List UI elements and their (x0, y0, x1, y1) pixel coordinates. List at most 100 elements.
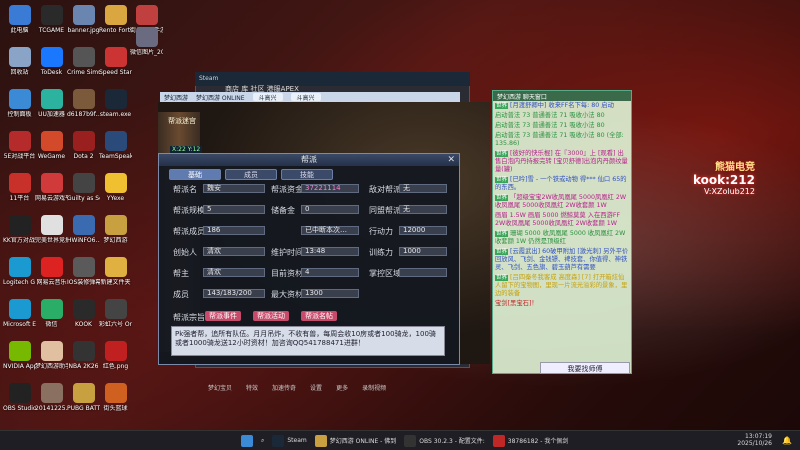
taskbar-item[interactable]: 38786182 - 我个佩剑 (490, 433, 572, 449)
desktop-icon[interactable]: Crime Simulator (67, 47, 100, 76)
desktop-icon[interactable]: 新建文件夹 (99, 257, 132, 286)
bottom-bar-item[interactable]: 更多 (336, 383, 348, 392)
game-tab-1[interactable]: 斗高兴 (252, 93, 283, 102)
taskbar-item[interactable]: Steam (269, 433, 309, 449)
desktop-icon[interactable]: YYexe (99, 173, 132, 202)
field-value[interactable]: 4 (301, 268, 359, 277)
app-icon (72, 5, 95, 25)
desktop-icon[interactable]: Logitech G HUB (3, 257, 36, 286)
tab-members[interactable]: 成员 (225, 169, 277, 180)
desktop-icon[interactable]: 彩虹六号 Online (99, 299, 132, 328)
search-icon[interactable]: ⌕ (258, 433, 267, 449)
app-icon (404, 434, 417, 447)
desktop-icon[interactable]: NVIDIA App (3, 341, 36, 370)
field-value[interactable]: 1300 (301, 289, 359, 298)
bottom-bar-item[interactable]: 特效 (246, 383, 258, 392)
desktop-icon[interactable]: PUBG BATTLEGR... (67, 383, 100, 412)
desktop-icon[interactable]: NBA 2K26 (67, 341, 100, 370)
brand-v: V:XZolub212 (703, 187, 755, 196)
field-value[interactable]: 清欢 (203, 247, 265, 256)
bottom-bar-item[interactable]: 设置 (310, 383, 322, 392)
desktop-icon-label: Rento Fortune -... (99, 27, 132, 34)
bottom-bar-item[interactable]: 录制视频 (362, 383, 386, 392)
app-icon (104, 89, 127, 109)
field-value[interactable]: 143/183/200 (203, 289, 265, 298)
desktop-icon-label: 网易云游戏平台 (35, 195, 68, 202)
desktop-icon[interactable]: ToDesk (35, 47, 68, 76)
tab-skills[interactable]: 技能 (281, 169, 333, 180)
desktop-icon[interactable]: Guilty as Sock! (67, 173, 100, 202)
app-icon (104, 47, 127, 67)
desktop-icon[interactable]: Dota 2 (67, 131, 100, 160)
game-tab-2[interactable]: 斗高兴 (290, 93, 321, 102)
notification-icon[interactable]: 🔔 (782, 436, 792, 445)
clock[interactable]: 13:07:19 2025/10/26 (737, 433, 772, 447)
desktop-icon[interactable]: banner.jpg (67, 5, 100, 34)
taskbar-item[interactable]: OBS 30.2.3 - 配置文件: (401, 433, 488, 449)
field-value[interactable]: 0 (301, 205, 359, 214)
desktop-icon[interactable]: Rento Fortune -... (99, 5, 132, 34)
field-value[interactable]: 5 (203, 205, 265, 214)
game-titlebar[interactable]: 梦幻西游 梦幻西游 ONLINE 斗高兴 斗高兴 (160, 92, 460, 102)
guild-dialog[interactable]: 帮派 ✕ 基础 成员 技能 帮派名 魏安 帮派资金 37221114 敌对帮派无帮派规模… (158, 153, 460, 365)
desktop-icon[interactable]: OBS Studio (3, 383, 36, 412)
desktop-icon[interactable]: 11平台 (3, 173, 36, 202)
field-value[interactable]: 清欢 (203, 268, 265, 277)
field-value[interactable]: 13:48 (301, 247, 359, 256)
desktop-icon[interactable]: WeGame (35, 131, 68, 160)
desktop-icon[interactable]: 红色.png (99, 341, 132, 370)
field-value[interactable]: 186 (203, 226, 265, 235)
desktop-icon[interactable]: steam.exe (99, 89, 132, 118)
desktop-icon[interactable]: Microsoft Edge (3, 299, 36, 328)
desktop-icon[interactable]: TeamSpeak... (99, 131, 132, 160)
desktop-icon[interactable]: 网易云游戏平台 (35, 173, 68, 202)
field-value[interactable]: 37221114 (301, 184, 359, 193)
desktop-icon[interactable]: 控制面板 (3, 89, 36, 118)
desktop-icon[interactable]: TCGAME (35, 5, 68, 34)
guild-events-button[interactable]: 帮派事件 (205, 311, 241, 321)
desktop-icon[interactable]: 网易云音乐 (35, 257, 68, 286)
desktop-icon[interactable]: 回收站 (3, 47, 36, 76)
desktop-icon[interactable]: 梦幻西游 (99, 215, 132, 244)
bottom-bar-item[interactable]: 梦幻宝贝 (208, 383, 232, 392)
field-value[interactable]: 1000 (399, 247, 447, 256)
desktop-icon-label: YYexe (106, 195, 125, 202)
channel-tag: 世界 (495, 231, 509, 237)
desktop-icon[interactable]: 20141225... (35, 383, 68, 412)
tab-basic[interactable]: 基础 (169, 169, 221, 180)
field-label: 帮派规模 (173, 206, 205, 215)
desktop-icon[interactable]: 5E对战平台 (3, 131, 36, 160)
taskbar-item[interactable]: 梦幻西游 ONLINE - 佛到 (312, 433, 400, 449)
windows-start-icon[interactable] (238, 433, 256, 449)
desktop-icon[interactable]: KOOK (67, 299, 100, 328)
guild-activity-button[interactable]: 帮派活动 (253, 311, 289, 321)
desktop-icon[interactable]: Speed Stars (99, 47, 132, 76)
bottom-bar-item[interactable]: 加速传奇 (272, 383, 296, 392)
desktop-icon[interactable]: 微信图片_2025071... (130, 27, 163, 56)
desktop-icon[interactable]: KK官方对战平台 (3, 215, 36, 244)
taskbar-item-label: Steam (287, 437, 307, 444)
desktop-icon-label: 街头篮球 (103, 405, 128, 412)
desktop-icon[interactable]: IOS装修弹幕.jpg (67, 257, 100, 286)
desktop-icon[interactable]: 梦幻西游助手 (35, 341, 68, 370)
desktop-icon[interactable]: d6187b9f... (67, 89, 100, 118)
field-value[interactable]: 已中断本次… (301, 226, 359, 235)
desktop-icon-label: Crime Simulator (67, 69, 100, 76)
field-value[interactable]: 无 (399, 184, 447, 193)
desktop-icon[interactable]: UU加速器 (35, 89, 68, 118)
field-value[interactable]: 12000 (399, 226, 447, 235)
field-value[interactable]: 无 (399, 205, 447, 214)
chat-panel[interactable]: 梦幻西游 聊天窗口 世界 [月渡舒卿中] 收来FF名下每: 80 启动 启动普法 … (492, 90, 632, 374)
find-master-button[interactable]: 我要找师傅 (540, 362, 630, 374)
desktop-icon[interactable]: 街头篮球 (99, 383, 132, 412)
field-value[interactable] (399, 268, 447, 277)
close-icon[interactable]: ✕ (447, 155, 455, 165)
desktop-icon[interactable]: 此电脑 (3, 5, 36, 34)
field-value[interactable]: 魏安 (203, 184, 265, 193)
desktop-icon-label: 微信 (45, 321, 58, 328)
desktop-icon[interactable]: 微信 (35, 299, 68, 328)
app-icon (72, 173, 95, 193)
desktop-icon[interactable]: HWiNFO6... (67, 215, 100, 244)
desktop-icon[interactable]: 完美世界竞技平台 (35, 215, 68, 244)
guild-card-button[interactable]: 帮派名帖 (301, 311, 337, 321)
